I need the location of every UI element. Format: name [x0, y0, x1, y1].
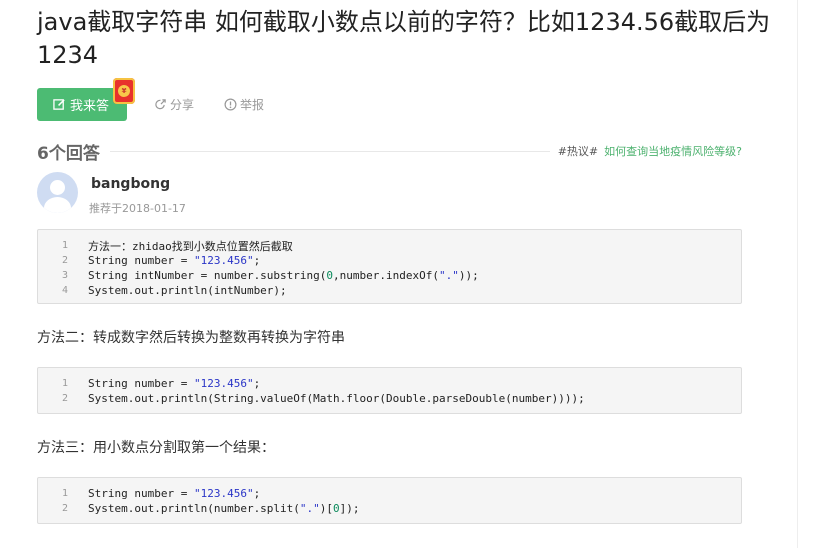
answers-header: 6个回答 #热议# 如何查询当地疫情风险等级? [37, 140, 742, 164]
answer-paragraph: 方法二：转成数字然后转换为整数再转换为字符串 [37, 330, 345, 346]
code-line: 3 String intNumber = number.substring(0,n… [38, 268, 741, 283]
hot-topic-link[interactable]: 如何查询当地疫情风险等级? [604, 143, 742, 159]
code-text: System.out.println(intNumber); [88, 284, 287, 297]
answer-button-label: 我来答 [70, 98, 110, 114]
code-text: String number = "123.456"; [88, 487, 260, 500]
code-token: String number = [88, 487, 194, 500]
line-number: 1 [61, 378, 68, 389]
page-divider [797, 0, 798, 548]
code-text: System.out.println(String.valueOf(Math.f… [88, 392, 585, 405]
code-line: 2 System.out.println(number.split(".")[0]… [38, 501, 741, 516]
redpack-coin: ¥ [118, 84, 130, 97]
code-line: 1 String number = "123.456"; [38, 486, 741, 501]
code-line: 4 System.out.println(intNumber); [38, 283, 741, 298]
code-token: ; [253, 254, 261, 267]
string-literal: "123.456" [193, 377, 254, 390]
line-number: 2 [61, 503, 68, 514]
code-token: ; [253, 377, 261, 390]
code-block: 1 String number = "123.456"; 2 System.out.p… [37, 367, 742, 414]
line-number: 3 [61, 270, 68, 281]
code-line: 2 String number = "123.456"; [38, 253, 741, 268]
line-number: 1 [61, 488, 68, 499]
red-envelope-icon: ¥ [113, 77, 135, 104]
share-icon [155, 98, 166, 109]
line-number: 2 [61, 255, 68, 266]
edit-icon [53, 98, 65, 110]
code-token: System.out.println(String.valueOf(Math.f… [88, 392, 585, 405]
string-literal: "." [439, 269, 459, 282]
answers-count: 6个回答 [37, 143, 100, 164]
code-token: String intNumber = number.substring( [88, 269, 327, 282]
hot-topic-tag: #热议# [557, 145, 599, 158]
string-literal: "." [299, 502, 320, 515]
code-line: 1 方法一：zhidao找到小数点位置然后截取 [38, 238, 741, 253]
avatar[interactable] [37, 172, 78, 213]
question-actions: 我来答 ¥ 分享 举报 [37, 77, 264, 121]
code-token: String number = [88, 377, 194, 390]
code-token: ]); [339, 502, 360, 515]
code-token: String number = [88, 254, 194, 267]
code-token: )); [458, 269, 479, 282]
code-text: String number = "123.456"; [88, 377, 260, 390]
code-token: 方法一：zhidao找到小数点位置然后截取 [88, 239, 293, 253]
share-label: 分享 [170, 97, 195, 112]
code-text: String intNumber = number.substring(0,nu… [88, 269, 479, 282]
string-literal: "123.456" [193, 487, 254, 500]
code-token: System.out.println(number.split( [88, 502, 300, 515]
author-name[interactable]: bangbong [91, 176, 170, 192]
code-token: )[ [319, 502, 334, 515]
line-number: 1 [61, 240, 68, 251]
line-number: 4 [61, 285, 68, 296]
code-line: 1 String number = "123.456"; [38, 376, 741, 391]
answer-date: 推荐于2018-01-17 [89, 202, 186, 215]
code-block: 1 String number = "123.456"; 2 System.out.p… [37, 477, 742, 524]
code-text: System.out.println(number.split(".")[0])… [88, 502, 360, 515]
avatar-head [50, 180, 65, 195]
header-divider [109, 150, 550, 152]
code-token: System.out.println(intNumber); [88, 284, 287, 297]
line-number: 2 [61, 393, 68, 404]
code-block: 1 方法一：zhidao找到小数点位置然后截取 2 String number = "… [37, 229, 742, 304]
code-line: 2 System.out.println(String.valueOf(Math.… [38, 391, 741, 406]
question-title: java截取字符串 如何截取小数点以前的字符？比如1234.56截取后为1234 [37, 8, 771, 69]
code-text: String number = "123.456"; [88, 254, 260, 267]
code-token: ; [253, 487, 261, 500]
answer-button[interactable]: 我来答 ¥ [37, 77, 135, 121]
answer-paragraph: 方法三：用小数点分割取第一个结果： [37, 440, 275, 456]
string-literal: "123.456" [193, 254, 254, 267]
code-text: 方法一：zhidao找到小数点位置然后截取 [88, 238, 293, 254]
report-icon [224, 98, 237, 110]
share-link[interactable]: 分享 [154, 96, 194, 113]
report-link[interactable]: 举报 [224, 96, 264, 113]
report-label: 举报 [240, 97, 265, 112]
avatar-body [44, 197, 71, 213]
code-token: ,number.indexOf( [333, 269, 440, 282]
number-literal: 0 [333, 502, 340, 515]
